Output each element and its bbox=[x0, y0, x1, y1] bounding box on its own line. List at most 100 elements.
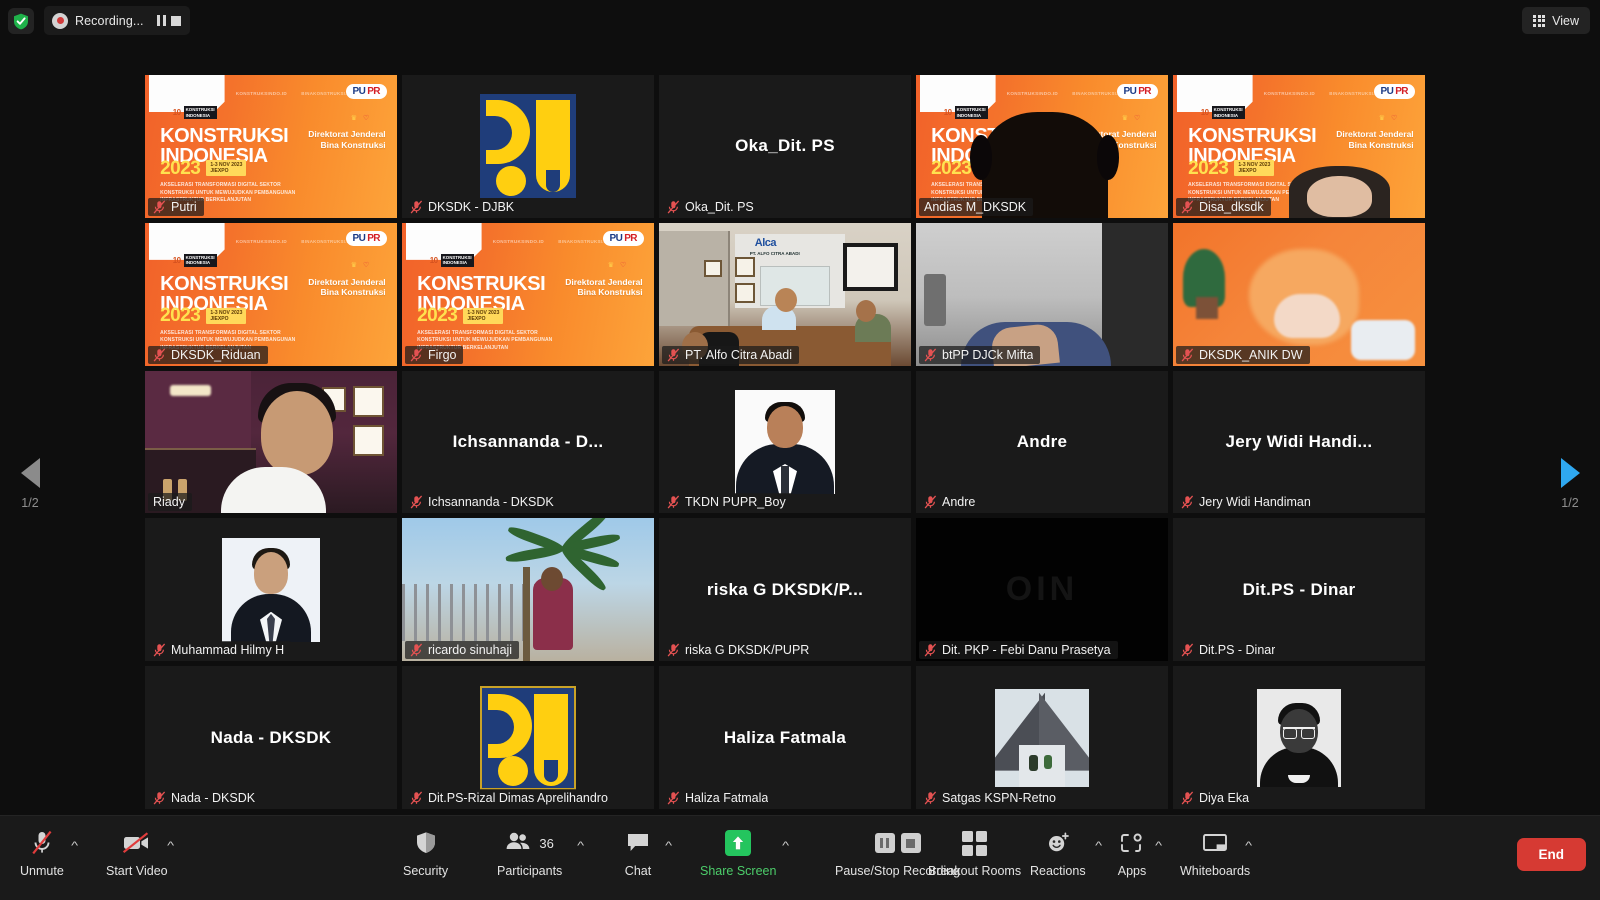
shield-check-icon[interactable] bbox=[8, 8, 34, 34]
participant-display-name: Oka_Dit. PS bbox=[735, 136, 835, 156]
participant-tile[interactable]: Diya Eka bbox=[1173, 666, 1425, 809]
pupr-logo-icon: PU PR bbox=[602, 231, 644, 247]
participant-tile[interactable]: 10 KONSTRUKSI INDONESIA KONSTRUKSINDO.ID … bbox=[1173, 75, 1425, 218]
microphone-off-icon bbox=[153, 348, 166, 362]
konstruksi-indonesia-logo-icon: 10 KONSTRUKSI INDONESIA bbox=[943, 106, 988, 119]
banner-url-1: KONSTRUKSINDO.ID bbox=[235, 238, 287, 244]
konstruksi-indonesia-logo-icon: 10 KONSTRUKSI INDONESIA bbox=[429, 254, 474, 267]
microphone-off-icon bbox=[153, 643, 166, 657]
apps-chevron-up-icon[interactable]: ^ bbox=[1155, 840, 1162, 852]
banner-date: 1-3 NOV 2023JIEXPO bbox=[206, 159, 247, 177]
participant-name-label: PT. Alfo Citra Abadi bbox=[685, 347, 793, 362]
security-button[interactable]: Security bbox=[403, 826, 448, 878]
participant-tile[interactable]: 10 KONSTRUKSI INDONESIA KONSTRUKSINDO.ID … bbox=[145, 222, 397, 366]
participant-name-label: btPP DJCk Mifta bbox=[942, 347, 1034, 362]
participant-tile[interactable]: Alca PT. ALFO CITRA ABADI PT. Alfo Citra … bbox=[659, 222, 911, 366]
participant-tile[interactable]: Haliza Fatmala Haliza Fatmala bbox=[659, 666, 911, 809]
chat-chevron-up-icon[interactable]: ^ bbox=[665, 840, 672, 852]
start-video-button[interactable]: Start Video bbox=[106, 826, 168, 878]
pupr-logo-icon: PU PR bbox=[1116, 83, 1158, 99]
view-button[interactable]: View bbox=[1522, 7, 1590, 34]
participant-tile[interactable]: Dit.PS-Rizal Dimas Aprelihandro bbox=[402, 666, 654, 809]
participant-tile[interactable]: Oka_Dit. PS Oka_Dit. PS bbox=[659, 75, 911, 218]
participant-video-feed bbox=[1173, 222, 1425, 366]
participant-tile[interactable]: riska G DKSDK/P... riska G DKSDK/PUPR bbox=[659, 518, 911, 662]
microphone-off-icon bbox=[667, 495, 680, 509]
participant-tile[interactable]: Riady bbox=[145, 370, 397, 514]
participant-tile[interactable]: OIN Dit. PKP - Febi Danu Prasetya bbox=[916, 518, 1168, 662]
participant-name-label: Andre bbox=[942, 495, 976, 510]
participant-tile[interactable]: Ichsannanda - D... Ichsannanda - DKSDK bbox=[402, 370, 654, 514]
participant-name-label: Dit. PKP - Febi Danu Prasetya bbox=[942, 643, 1111, 658]
banner-year: 2023 bbox=[1188, 157, 1229, 179]
participant-tile[interactable]: Satgas KSPN-Retno bbox=[916, 666, 1168, 809]
participant-tile[interactable]: Andre Andre bbox=[916, 370, 1168, 514]
participants-chevron-up-icon[interactable]: ^ bbox=[577, 840, 584, 852]
participant-tile[interactable]: Jery Widi Handi... Jery Widi Handiman bbox=[1173, 370, 1425, 514]
whiteboards-chevron-up-icon[interactable]: ^ bbox=[1245, 840, 1252, 852]
recording-indicator: Recording... bbox=[44, 6, 191, 35]
pu-ministry-logo-icon bbox=[480, 685, 576, 790]
video-options-chevron-up-icon[interactable]: ^ bbox=[167, 840, 174, 852]
participant-tile[interactable]: DKSDK_ANIK DW bbox=[1173, 222, 1425, 366]
participant-tile[interactable]: 10 KONSTRUKSI INDONESIA KONSTRUKSINDO.ID … bbox=[916, 75, 1168, 218]
video-gallery: 1/2 1/2 10 KONSTRUKSI INDONESIA KONSTRUKS… bbox=[0, 40, 1600, 815]
participant-tile[interactable]: btPP DJCk Mifta bbox=[916, 222, 1168, 366]
chat-label: Chat bbox=[624, 864, 652, 878]
participant-tile[interactable]: 10 KONSTRUKSI INDONESIA KONSTRUKSINDO.ID … bbox=[145, 75, 397, 218]
participant-name-label: Disa_dksdk bbox=[1199, 199, 1264, 214]
participant-name-label: riska G DKSDK/PUPR bbox=[685, 643, 810, 658]
participant-tile[interactable]: 10 KONSTRUKSI INDONESIA KONSTRUKSINDO.ID … bbox=[402, 222, 654, 366]
participant-tile[interactable]: DKSDK - DJBK bbox=[402, 75, 654, 218]
participant-tile[interactable]: Muhammad Hilmy H bbox=[145, 518, 397, 662]
chevron-right-icon bbox=[1560, 458, 1580, 488]
participant-name-label: Nada - DKSDK bbox=[171, 791, 256, 805]
banner-year: 2023 bbox=[417, 305, 458, 327]
participant-tile[interactable]: Nada - DKSDK Nada - DKSDK bbox=[145, 666, 397, 809]
pupr-logo-icon: PU PR bbox=[345, 83, 387, 99]
people-icon bbox=[505, 831, 531, 856]
pupr-logo-icon: PU PR bbox=[345, 231, 387, 247]
participant-display-name: Andre bbox=[1016, 431, 1068, 451]
participant-display-name: Ichsannanda - D... bbox=[452, 431, 604, 451]
participant-name-plate: riska G DKSDK/PUPR bbox=[662, 641, 817, 660]
participant-profile-photo bbox=[995, 688, 1089, 787]
banner-year: 2023 bbox=[160, 157, 201, 179]
share-screen-button[interactable]: Share Screen bbox=[700, 826, 776, 878]
record-dot-icon bbox=[52, 12, 68, 29]
participant-display-name: Nada - DKSDK bbox=[210, 727, 332, 747]
end-meeting-button[interactable]: End bbox=[1516, 838, 1586, 871]
participant-name-label: Jery Widi Handiman bbox=[1199, 495, 1311, 510]
chat-button[interactable]: Chat bbox=[618, 826, 658, 878]
participant-display-name: Haliza Fatmala bbox=[723, 727, 847, 747]
microphone-off-icon bbox=[667, 791, 680, 805]
audio-options-chevron-up-icon[interactable]: ^ bbox=[71, 840, 78, 852]
reactions-button[interactable]: Reactions bbox=[1030, 826, 1086, 878]
participant-display-name: riska G DKSDK/P... bbox=[706, 579, 864, 599]
banner-year: 2023 bbox=[160, 305, 201, 327]
microphone-off-icon bbox=[1181, 495, 1194, 509]
participant-name-plate: PT. Alfo Citra Abadi bbox=[662, 345, 800, 364]
whiteboards-button[interactable]: Whiteboards bbox=[1180, 826, 1250, 878]
previous-page-button[interactable]: 1/2 bbox=[2, 458, 58, 510]
stop-icon[interactable] bbox=[900, 833, 921, 853]
participant-name-label: Dit.PS - Dinar bbox=[1199, 643, 1276, 658]
apps-button[interactable]: Apps bbox=[1112, 826, 1152, 878]
stop-icon[interactable] bbox=[171, 15, 182, 26]
security-label: Security bbox=[403, 864, 449, 878]
participants-button[interactable]: 36 Participants bbox=[497, 826, 562, 878]
banner-organization: Direktorat Jenderal Bina Konstruksi bbox=[308, 129, 386, 150]
next-page-button[interactable]: 1/2 bbox=[1542, 458, 1598, 510]
participant-tile[interactable]: Dit.PS - Dinar Dit.PS - Dinar bbox=[1173, 518, 1425, 662]
konstruksi-indonesia-banner: 10 KONSTRUKSI INDONESIA KONSTRUKSINDO.ID … bbox=[145, 75, 397, 218]
participant-tile[interactable]: ricardo sinuhaji bbox=[402, 518, 654, 662]
participant-tile[interactable]: TKDN PUPR_Boy bbox=[659, 370, 911, 514]
breakout-rooms-button[interactable]: Breakout Rooms bbox=[928, 826, 1021, 878]
pause-icon[interactable] bbox=[874, 833, 895, 853]
pause-icon[interactable] bbox=[156, 15, 167, 26]
participant-grid: 10 KONSTRUKSI INDONESIA KONSTRUKSINDO.ID … bbox=[145, 75, 1425, 809]
unmute-button[interactable]: Unmute bbox=[20, 826, 64, 878]
participant-name-plate: Muhammad Hilmy H bbox=[148, 641, 292, 660]
shield-check-glyph bbox=[14, 13, 28, 29]
reactions-chevron-up-icon[interactable]: ^ bbox=[1095, 840, 1102, 852]
